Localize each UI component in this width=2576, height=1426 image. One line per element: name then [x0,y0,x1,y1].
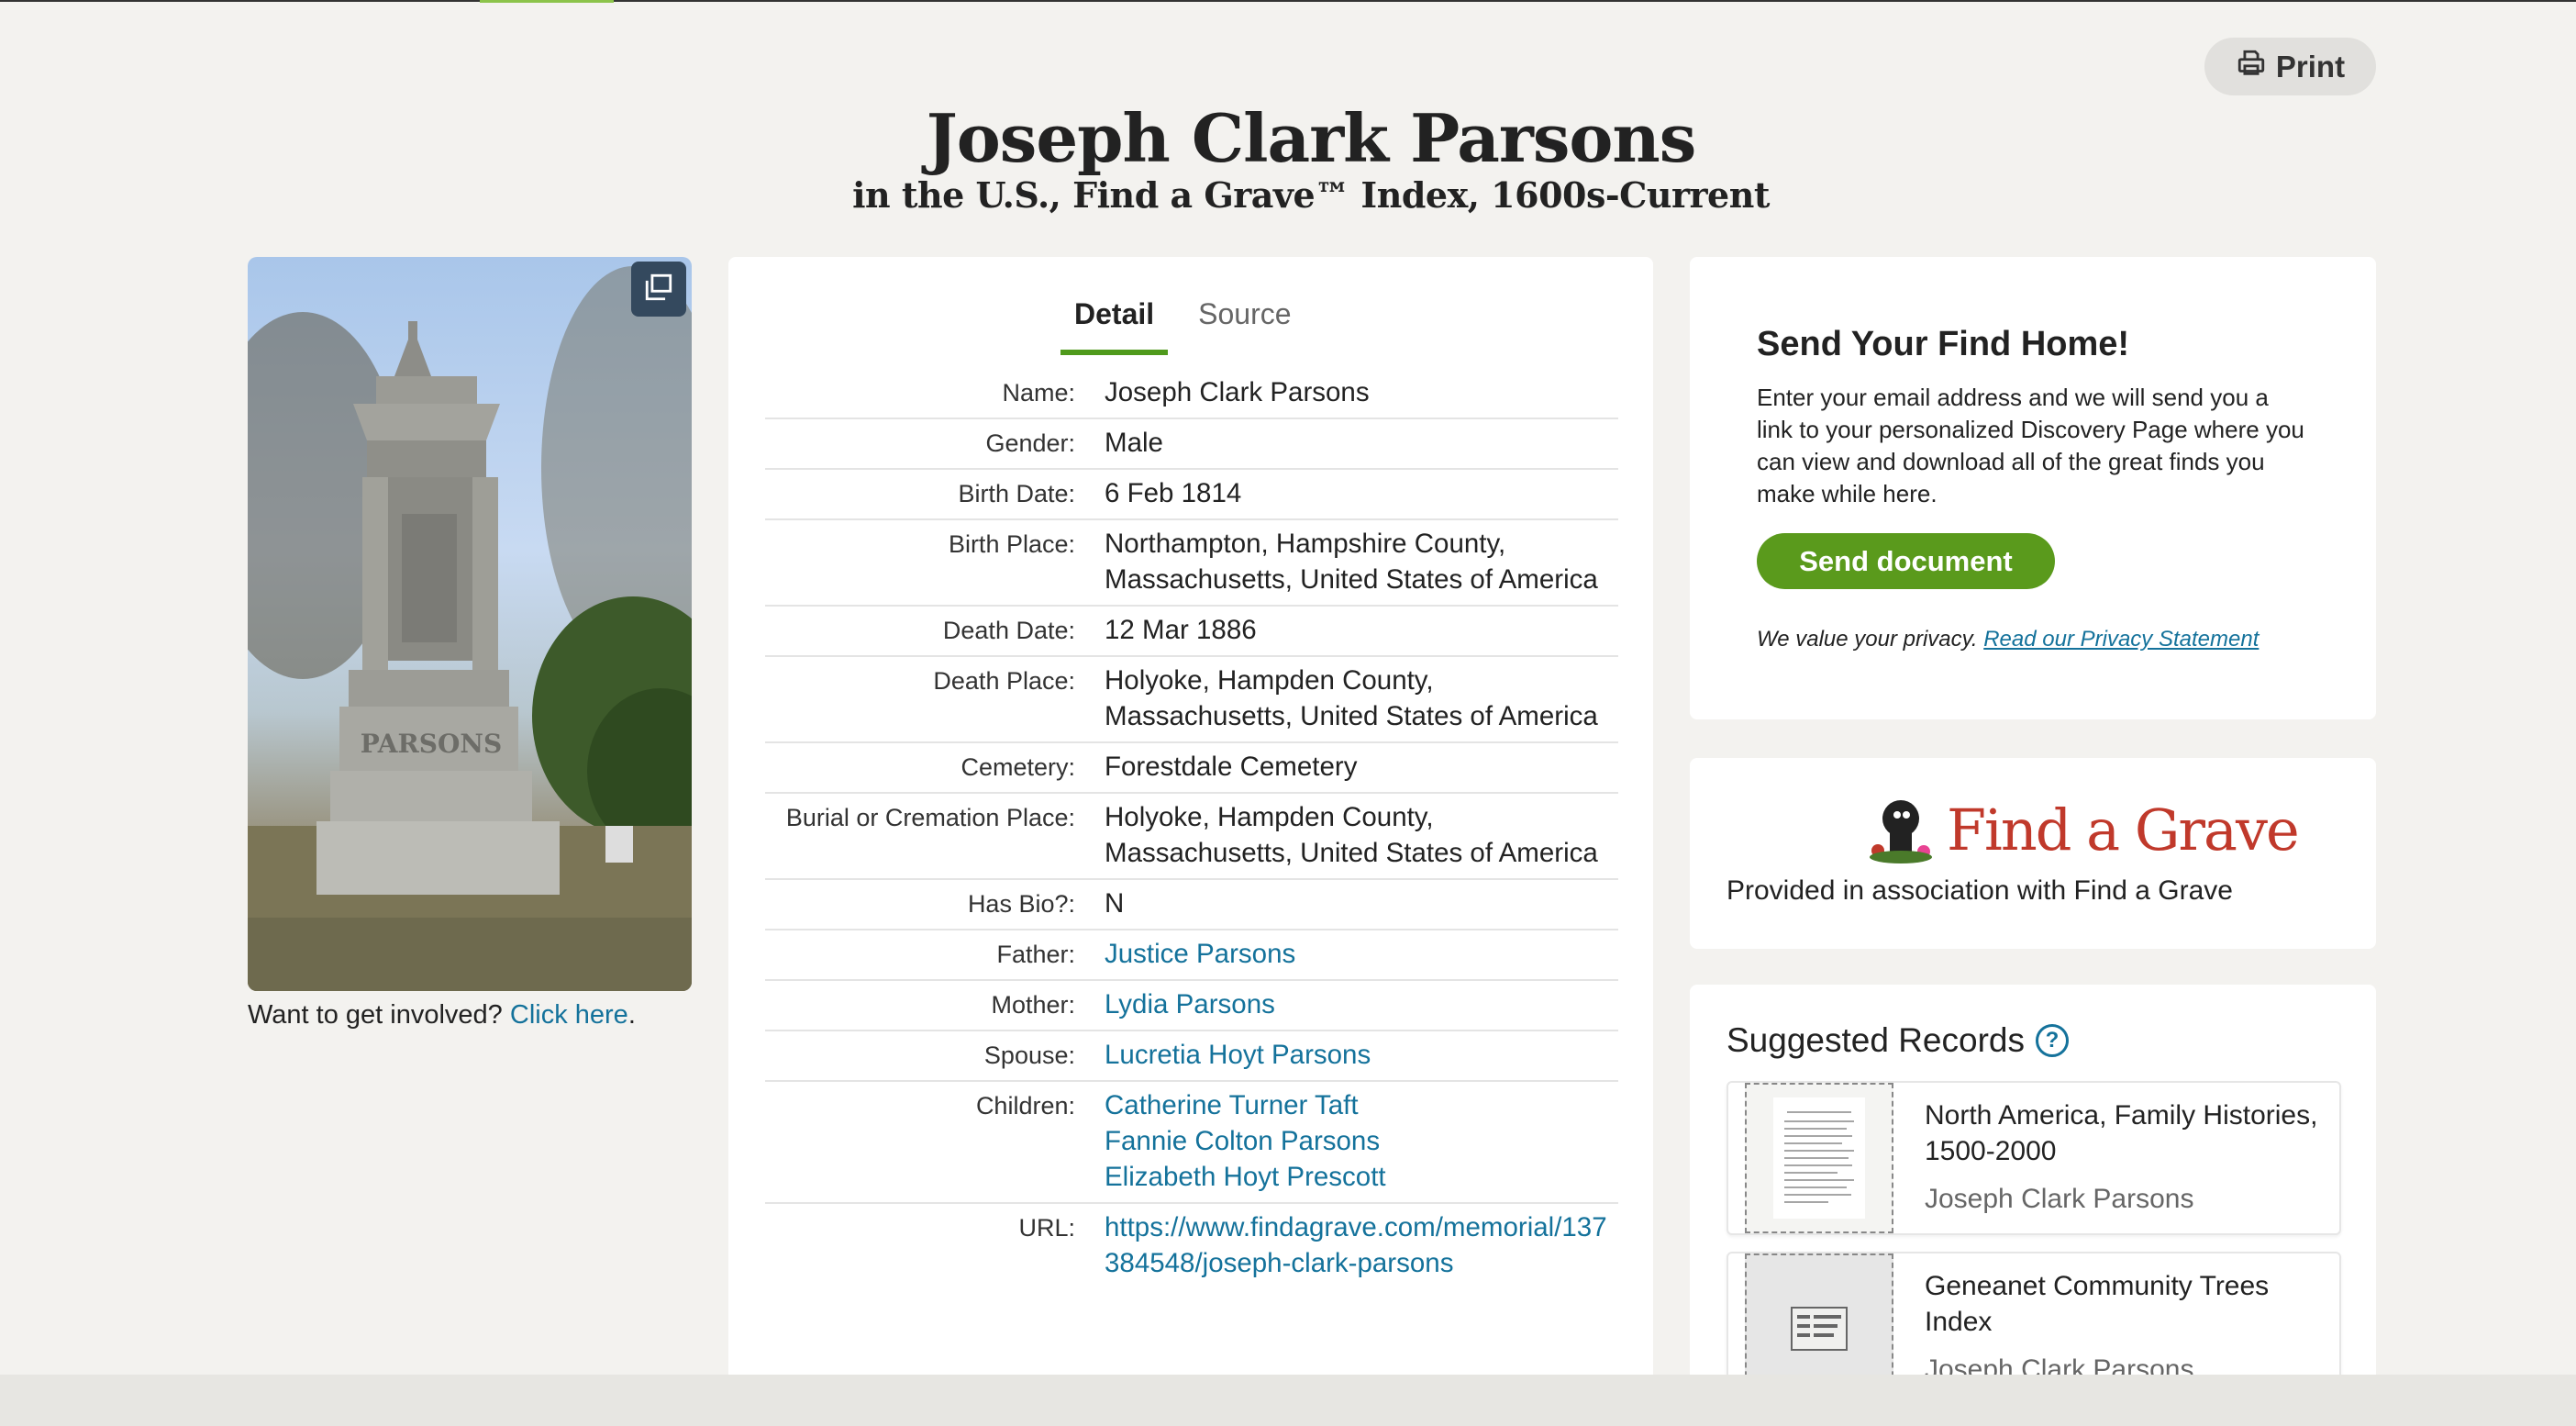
row-value: Lydia Parsons [1075,986,1618,1022]
row-label: Children: [975,1092,1075,1120]
suggested-records-card: Suggested Records ? North America, Famil… [1690,985,2376,1426]
detail-row-mother: Mother: Lydia Parsons [765,981,1618,1031]
record-tabs: Detail Source [1060,297,1305,355]
send-home-title: Send Your Find Home! [1757,325,2130,363]
row-label: Gender: [985,429,1075,457]
row-label: Cemetery: [960,753,1075,781]
record-title: North America, Family Histories, 1500-20… [1925,1100,2318,1166]
row-value: N [1105,888,1125,919]
tab-detail[interactable]: Detail [1060,297,1169,355]
detail-row-cemetery: Cemetery: Forestdale Cemetery [765,743,1618,794]
detail-row-death-place: Death Place: Holyoke, Hampden County, Ma… [765,657,1618,743]
detail-row-children: Children: Catherine Turner Taft Fannie C… [765,1082,1618,1204]
detail-row-death-date: Death Date: 12 Mar 1886 [765,607,1618,657]
detail-table: Name: Joseph Clark Parsons Gender: Male … [765,369,1618,1288]
progress-accent [480,0,614,3]
row-label: Spouse: [983,1042,1075,1069]
find-a-grave-card: Find a Grave Provided in association wit… [1690,758,2376,949]
row-label: URL: [1018,1214,1075,1242]
svg-text:PARSONS: PARSONS [361,729,502,759]
collection-subtitle: in the U.S., Find a Grave™ Index, 1600s-… [852,174,1770,216]
suggested-record-item[interactable]: North America, Family Histories, 1500-20… [1727,1081,2341,1235]
detail-row-father: Father: Justice Parsons [765,930,1618,981]
privacy-text: We value your privacy. [1757,627,1978,652]
row-value: Male [1105,428,1163,458]
detail-row-gender: Gender: Male [765,419,1618,470]
row-label: Father: [996,941,1075,968]
page-title: Joseph Clark Parsons [926,99,1697,177]
row-label: Birth Place: [948,530,1075,558]
row-value: Catherine Turner Taft Fannie Colton Pars… [1075,1087,1618,1195]
record-detail-panel: Detail Source Name: Joseph Clark Parsons… [728,257,1653,1395]
click-here-link[interactable]: Click here [510,1000,628,1030]
row-value: https://www.findagrave.com/memorial/1373… [1075,1209,1618,1281]
row-value: Lucretia Hoyt Parsons [1075,1037,1618,1073]
top-rule [0,0,2576,2]
row-value: Joseph Clark Parsons [1105,377,1370,407]
association-caption: Provided in association with Find a Grav… [1727,875,2233,906]
get-involved-text: Want to get involved? Click here. [248,1000,636,1031]
row-value: Holyoke, Hampden County, Massachusetts, … [1105,802,1598,868]
get-involved-prompt: Want to get involved? [248,1000,503,1030]
send-home-description: Enter your email address and we will sen… [1757,384,2304,507]
expand-icon [643,272,674,307]
detail-row-url: URL: https://www.findagrave.com/memorial… [765,1204,1618,1288]
print-button[interactable]: Print [2204,38,2376,95]
row-label: Mother: [991,991,1075,1019]
row-value: Justice Parsons [1075,936,1618,972]
find-a-grave-logo[interactable]: Find a Grave [1864,791,2300,869]
row-value: Holyoke, Hampden County, Massachusetts, … [1105,665,1598,731]
record-title: Geneanet Community Trees Index [1925,1271,2270,1337]
document-thumbnail [1745,1083,1893,1233]
tab-source[interactable]: Source [1184,297,1305,355]
detail-row-name: Name: Joseph Clark Parsons [765,369,1618,419]
detail-row-has-bio: Has Bio?: N [765,880,1618,930]
record-person-name: Joseph Clark Parsons [1925,1184,2194,1214]
suggested-records-title: Suggested Records [1727,1021,2025,1059]
suggested-records-heading: Suggested Records ? [1727,1021,2069,1060]
row-label: Has Bio?: [967,890,1075,918]
privacy-note: We value your privacy. Read our Privacy … [1757,627,2259,652]
send-find-home-card: Send Your Find Home! Enter your email ad… [1690,257,2376,719]
row-label: Birth Date: [958,480,1075,507]
find-a-grave-wordmark: Find a Grave [1947,797,2300,863]
send-document-button[interactable]: Send document [1757,533,2055,589]
row-label: Death Date: [942,617,1075,644]
footer-band [0,1375,2576,1426]
row-value: Forestdale Cemetery [1105,752,1358,782]
detail-row-birth-place: Birth Place: Northampton, Hampshire Coun… [765,520,1618,607]
row-value: Northampton, Hampshire County, Massachus… [1105,529,1598,595]
printer-icon [2236,48,2267,86]
privacy-statement-link[interactable]: Read our Privacy Statement [1983,627,2259,652]
child-link[interactable]: Fannie Colton Parsons [1105,1123,1618,1159]
child-link[interactable]: Elizabeth Hoyt Prescott [1105,1159,1618,1195]
help-icon[interactable]: ? [2035,1024,2069,1057]
memorial-url-link[interactable]: https://www.findagrave.com/memorial/1373… [1105,1209,1618,1281]
row-label: Burial or Cremation Place: [785,804,1075,831]
row-value: 6 Feb 1814 [1105,478,1242,508]
row-value: 12 Mar 1886 [1105,615,1257,645]
row-label: Name: [1002,379,1075,407]
headstone-photo[interactable]: PARSONS [248,257,692,991]
detail-row-birth-date: Birth Date: 6 Feb 1814 [765,470,1618,520]
row-label: Death Place: [933,667,1075,695]
detail-row-burial-place: Burial or Cremation Place: Holyoke, Hamp… [765,794,1618,880]
expand-image-button[interactable] [631,262,686,317]
child-link[interactable]: Catherine Turner Taft [1105,1087,1618,1123]
print-label: Print [2275,49,2346,84]
father-link[interactable]: Justice Parsons [1105,936,1618,972]
get-involved-period: . [627,1000,636,1030]
find-a-grave-mascot-icon [1864,791,1938,869]
mother-link[interactable]: Lydia Parsons [1105,986,1618,1022]
detail-row-spouse: Spouse: Lucretia Hoyt Parsons [765,1031,1618,1082]
spouse-link[interactable]: Lucretia Hoyt Parsons [1105,1037,1618,1073]
